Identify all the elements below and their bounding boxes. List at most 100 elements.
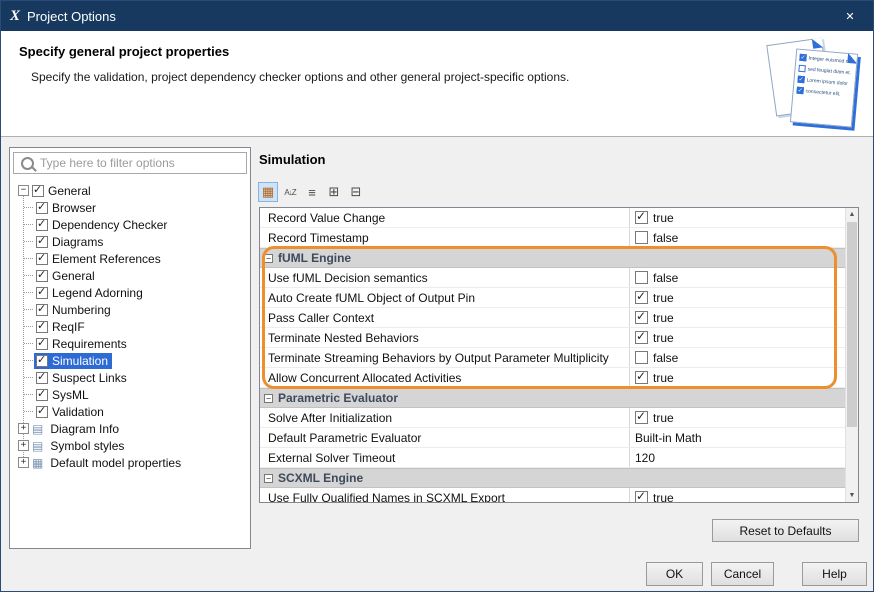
property-row-terminate-nested-behaviors[interactable]: Terminate Nested Behaviors✓true <box>260 328 845 348</box>
filter-search-box[interactable] <box>13 152 247 174</box>
checkbox-checked[interactable]: ✓ <box>635 491 648 502</box>
tree-item-sysml[interactable]: ✓SysML <box>12 386 248 403</box>
scrollbar-thumb[interactable] <box>847 222 857 427</box>
cancel-button[interactable]: Cancel <box>711 562 774 586</box>
categorized-view-icon[interactable]: ▦ <box>258 182 278 202</box>
checkbox-checked[interactable]: ✓ <box>36 389 48 401</box>
options-tree-panel: −✓General✓Browser✓Dependency Checker✓Dia… <box>9 147 251 549</box>
tree-item-legend-adorning[interactable]: ✓Legend Adorning <box>12 284 248 301</box>
collapse-toggle-icon[interactable]: − <box>264 254 273 263</box>
property-value-cell[interactable]: ✓true <box>630 208 845 227</box>
scroll-up-icon[interactable]: ▲ <box>846 208 858 221</box>
tree-item-diagrams[interactable]: ✓Diagrams <box>12 233 248 250</box>
tree-item-requirements[interactable]: ✓Requirements <box>12 335 248 352</box>
checkbox-checked[interactable]: ✓ <box>36 321 48 333</box>
property-row-default-parametric-evaluator[interactable]: Default Parametric EvaluatorBuilt-in Mat… <box>260 428 845 448</box>
checkbox-checked[interactable]: ✓ <box>635 371 648 384</box>
tree-item-simulation[interactable]: ✓Simulation <box>12 352 248 369</box>
checkbox-checked[interactable]: ✓ <box>32 185 44 197</box>
checkbox-checked[interactable]: ✓ <box>36 270 48 282</box>
expand-toggle-icon[interactable]: + <box>18 440 29 451</box>
group-row-parametric-evaluator[interactable]: −Parametric Evaluator <box>260 388 845 408</box>
property-value-cell[interactable]: ✓true <box>630 488 845 502</box>
property-row-solve-after-initialization[interactable]: Solve After Initialization✓true <box>260 408 845 428</box>
expand-toggle-icon[interactable]: + <box>18 457 29 468</box>
tree-item-symbol-styles[interactable]: +▤Symbol styles <box>12 437 248 454</box>
property-value-cell[interactable]: ✓true <box>630 308 845 327</box>
property-value-cell[interactable]: ✓true <box>630 288 845 307</box>
checklist-row: ✓consectetur elit. <box>796 87 850 99</box>
property-value-cell[interactable]: false <box>630 268 845 287</box>
property-row-pass-caller-context[interactable]: Pass Caller Context✓true <box>260 308 845 328</box>
property-row-auto-create-fuml-object-of-output-pin[interactable]: Auto Create fUML Object of Output Pin✓tr… <box>260 288 845 308</box>
tree-item-dependency-checker[interactable]: ✓Dependency Checker <box>12 216 248 233</box>
scroll-down-icon[interactable]: ▼ <box>846 489 858 502</box>
collapse-toggle-icon[interactable]: − <box>18 185 29 196</box>
group-row-fuml-engine[interactable]: −fUML Engine <box>260 248 845 268</box>
property-row-record-value-change[interactable]: Record Value Change✓true <box>260 208 845 228</box>
check-mark-icon: ✓ <box>37 303 46 315</box>
property-row-external-solver-timeout[interactable]: External Solver Timeout120 <box>260 448 845 468</box>
sort-alphabetically-icon[interactable]: A↓Z <box>280 182 300 202</box>
tree-item-label: ReqIF <box>52 320 85 334</box>
tree-item-numbering[interactable]: ✓Numbering <box>12 301 248 318</box>
show-description-icon[interactable]: ≡ <box>302 182 322 202</box>
tree-item-default-model-properties[interactable]: +▦Default model properties <box>12 454 248 471</box>
checkbox-checked[interactable]: ✓ <box>36 355 48 367</box>
checkbox-checked[interactable]: ✓ <box>635 331 648 344</box>
window-titlebar[interactable]: X Project Options ✕ <box>1 1 873 31</box>
window-title: Project Options <box>27 9 116 24</box>
checkbox-checked[interactable]: ✓ <box>36 287 48 299</box>
checkbox-checked[interactable]: ✓ <box>635 211 648 224</box>
property-value-cell[interactable]: 120 <box>630 448 845 467</box>
property-name: Auto Create fUML Object of Output Pin <box>260 288 630 307</box>
tree-item-browser[interactable]: ✓Browser <box>12 199 248 216</box>
property-row-use-fully-qualified-names-in-scxml-export[interactable]: Use Fully Qualified Names in SCXML Expor… <box>260 488 845 502</box>
collapse-all-icon[interactable]: ⊟ <box>346 182 366 202</box>
checkbox-checked[interactable]: ✓ <box>36 372 48 384</box>
checkbox-unchecked[interactable] <box>635 351 648 364</box>
checkbox-checked[interactable]: ✓ <box>36 253 48 265</box>
property-value-cell[interactable]: Built-in Math <box>630 428 845 447</box>
tree-item-reqif[interactable]: ✓ ReqIF <box>12 318 248 335</box>
tree-item-diagram-info[interactable]: +▤Diagram Info <box>12 420 248 437</box>
vertical-scrollbar[interactable]: ▲ ▼ <box>845 208 858 502</box>
checkbox-checked[interactable]: ✓ <box>635 411 648 424</box>
property-row-terminate-streaming-behaviors-by-output-parameter-multiplicity[interactable]: Terminate Streaming Behaviors by Output … <box>260 348 845 368</box>
checkbox-checked[interactable]: ✓ <box>36 236 48 248</box>
checkbox-checked[interactable]: ✓ <box>36 202 48 214</box>
property-value-cell[interactable]: false <box>630 348 845 367</box>
property-row-record-timestamp[interactable]: Record Timestampfalse <box>260 228 845 248</box>
ok-button[interactable]: OK <box>646 562 703 586</box>
collapse-toggle-icon[interactable]: − <box>264 474 273 483</box>
property-value-cell[interactable]: ✓true <box>630 328 845 347</box>
tree-item-general[interactable]: ✓General <box>12 267 248 284</box>
expand-all-icon[interactable]: ⊞ <box>324 182 344 202</box>
checkbox-checked[interactable]: ✓ <box>635 291 648 304</box>
tree-item-element-references[interactable]: ✓Element References <box>12 250 248 267</box>
reset-to-defaults-button[interactable]: Reset to Defaults <box>712 519 859 542</box>
checkbox-unchecked[interactable] <box>635 271 648 284</box>
checkbox-checked[interactable]: ✓ <box>36 304 48 316</box>
check-mark-icon: ✓ <box>636 210 646 223</box>
close-icon[interactable]: ✕ <box>827 1 873 31</box>
tree-item-validation[interactable]: ✓Validation <box>12 403 248 420</box>
checkbox-unchecked[interactable] <box>635 231 648 244</box>
tree-item-suspect-links[interactable]: ✓Suspect Links <box>12 369 248 386</box>
search-input[interactable] <box>40 156 246 170</box>
property-row-use-fuml-decision-semantics[interactable]: Use fUML Decision semanticsfalse <box>260 268 845 288</box>
checkbox-checked[interactable]: ✓ <box>635 311 648 324</box>
page-fold-corner <box>812 37 823 48</box>
collapse-toggle-icon[interactable]: − <box>264 394 273 403</box>
property-value-cell[interactable]: ✓true <box>630 368 845 387</box>
checkbox-checked[interactable]: ✓ <box>36 219 48 231</box>
checkbox-checked[interactable]: ✓ <box>36 406 48 418</box>
property-value-cell[interactable]: ✓true <box>630 408 845 427</box>
group-row-scxml-engine[interactable]: −SCXML Engine <box>260 468 845 488</box>
checkbox-checked[interactable]: ✓ <box>36 338 48 350</box>
property-value-cell[interactable]: false <box>630 228 845 247</box>
help-button[interactable]: Help <box>802 562 867 586</box>
property-row-allow-concurrent-allocated-activities[interactable]: Allow Concurrent Allocated Activities✓tr… <box>260 368 845 388</box>
tree-item-general-root[interactable]: −✓General <box>12 182 248 199</box>
expand-toggle-icon[interactable]: + <box>18 423 29 434</box>
